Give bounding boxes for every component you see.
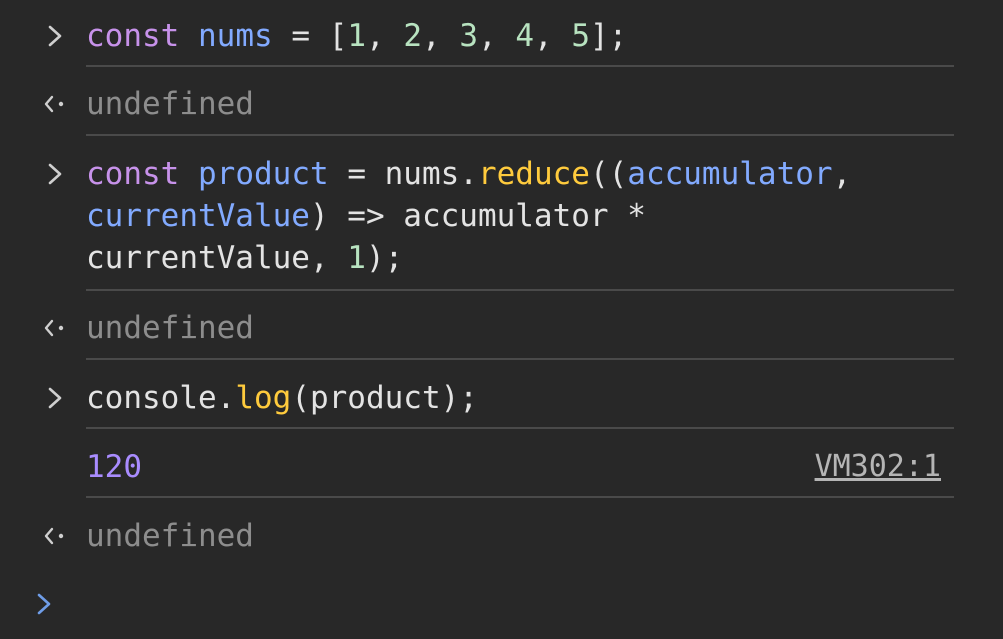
source-location-link[interactable]: VM302:1 <box>815 449 941 485</box>
code-token-number: 3 <box>459 18 478 54</box>
entry-divider <box>86 134 954 136</box>
code-token-function: reduce <box>477 156 590 192</box>
code-token-keyword: const <box>86 18 180 54</box>
active-prompt-chevron-icon[interactable] <box>34 590 54 618</box>
code-token: , <box>421 18 460 54</box>
code-token-number: 5 <box>571 18 590 54</box>
code-token: , <box>832 156 852 192</box>
entry-divider <box>86 358 954 360</box>
console-input-line[interactable]: currentValue) => accumulator * <box>86 195 954 237</box>
devtools-console: const nums = [1, 2, 3, 4, 5]; undefined … <box>0 0 1003 639</box>
code-token-variable: accumulator <box>627 156 833 192</box>
console-input-line[interactable]: currentValue, 1); <box>86 237 954 279</box>
code-token: ]; <box>589 18 628 54</box>
code-token: currentValue, <box>86 240 348 276</box>
code-token: = [ <box>272 18 348 54</box>
code-token: , <box>365 18 404 54</box>
entry-divider <box>86 427 954 429</box>
code-token: , <box>477 18 516 54</box>
code-token: ) => accumulator * <box>309 198 646 234</box>
code-token-variable: nums <box>198 18 273 54</box>
code-token: ); <box>365 240 404 276</box>
code-token: (product); <box>291 380 478 416</box>
console-input-line[interactable]: console.log(product); <box>86 377 954 419</box>
code-token-function: log <box>235 380 292 416</box>
console-input-line[interactable]: const nums = [1, 2, 3, 4, 5]; <box>86 15 954 57</box>
return-arrow-icon <box>42 91 68 117</box>
chevron-right-icon <box>44 22 66 50</box>
console-result-text: undefined <box>86 518 254 554</box>
code-token-number: 1 <box>347 18 366 54</box>
code-token-number: 1 <box>347 240 366 276</box>
chevron-right-icon <box>44 384 66 412</box>
code-token-variable: product <box>198 156 329 192</box>
code-token-number: 2 <box>403 18 422 54</box>
code-token: console. <box>86 380 236 416</box>
code-token: = nums. <box>328 156 478 192</box>
return-arrow-icon <box>42 523 68 549</box>
entry-divider <box>86 65 954 67</box>
code-token: (( <box>589 156 628 192</box>
console-result-text: undefined <box>86 310 254 346</box>
chevron-right-icon <box>44 160 66 188</box>
code-token-variable: currentValue <box>86 198 310 234</box>
console-input-line[interactable]: const product = nums.reduce((accumulator… <box>86 153 954 195</box>
return-arrow-icon <box>42 315 68 341</box>
code-token-number: 4 <box>515 18 534 54</box>
entry-divider <box>86 496 954 498</box>
code-token-keyword: const <box>86 156 180 192</box>
code-token: , <box>533 18 572 54</box>
entry-divider <box>86 289 954 291</box>
console-result-text: undefined <box>86 86 254 122</box>
